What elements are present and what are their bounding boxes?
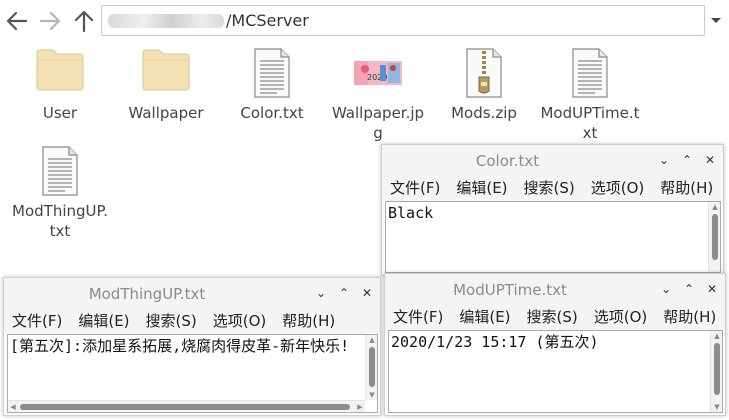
file-name: ModThingUP.txt [12,202,108,240]
horizontal-scrollbar[interactable]: ◀ ▶ [8,400,365,412]
file-item-wallpaper-jpg[interactable]: 2020 Wallpaper.jpg [328,47,428,147]
address-bar[interactable]: /MCServer [101,5,705,36]
menu-help[interactable]: 帮助(H) [663,304,716,330]
file-item-modthingup-txt[interactable]: ModThingUP.txt [10,145,110,245]
file-name: Wallpaper [128,104,204,122]
maximize-button[interactable]: ⌃ [680,152,694,168]
address-dropdown-button[interactable] [707,10,725,30]
up-arrow-icon [74,10,94,33]
editor-content: Black [388,204,434,222]
window-title: ModThingUP.txt [88,285,206,303]
back-button[interactable] [4,8,30,34]
minimize-button[interactable]: ⌄ [657,152,671,168]
chevron-down-icon [711,18,721,23]
file-item-mods-zip[interactable]: Mods.zip [434,47,534,127]
menu-edit[interactable]: 编辑(E) [456,175,507,201]
file-item-moduptime-txt[interactable]: ModUPTime.txt [540,47,640,147]
menu-search[interactable]: 搜索(S) [146,308,197,334]
scroll-down-icon[interactable]: ▼ [366,390,377,400]
menu-options[interactable]: 选项(O) [213,308,267,334]
menu-edit[interactable]: 编辑(E) [459,304,510,330]
editor-content: 2020/1/23 15:17 (第五次) [391,333,599,351]
text-editor[interactable]: [第五次]:添加星系拓展,烧腐肉得皮革-新年快乐! ▲ ▼ ◀ ▶ [7,334,378,413]
text-editor[interactable]: 2020/1/23 15:17 (第五次) ▲ ▼ [388,330,723,413]
window-titlebar[interactable]: ModUPTime.txt ⌄ ⌃ ✕ [385,274,725,304]
file-item-user[interactable]: User [10,47,110,127]
scrollbar-thumb[interactable] [714,343,720,395]
text-file-icon [222,47,322,103]
menu-help[interactable]: 帮助(H) [282,308,335,334]
menu-bar: 文件(F) 编辑(E) 搜索(S) 选项(O) 帮助(H) [385,304,725,330]
zip-file-icon [434,47,534,103]
minimize-button[interactable]: ⌄ [314,285,328,301]
scroll-up-icon[interactable]: ▲ [711,331,722,341]
notepad-window-color: Color.txt ⌄ ⌃ ✕ 文件(F) 编辑(E) 搜索(S) 选项(O) … [381,144,724,276]
text-editor[interactable]: Black ▲ [385,201,721,273]
scroll-down-icon[interactable]: ▼ [711,402,722,412]
maximize-button[interactable]: ⌃ [682,281,696,297]
window-title: ModUPTime.txt [453,281,567,299]
minimize-button[interactable]: ⌄ [659,281,673,297]
scrollbar-thumb[interactable] [369,347,375,387]
file-name: User [42,104,78,122]
file-item-wallpaper-folder[interactable]: Wallpaper [116,47,216,127]
forward-button[interactable] [37,8,63,34]
menu-bar: 文件(F) 编辑(E) 搜索(S) 选项(O) 帮助(H) [382,175,723,201]
vertical-scrollbar[interactable]: ▲ ▼ [365,335,377,400]
file-name: Wallpaper.jpg [331,104,425,142]
menu-file[interactable]: 文件(F) [393,304,443,330]
scrollbar-thumb[interactable] [712,214,718,260]
scroll-left-icon[interactable]: ◀ [8,401,18,412]
vertical-scrollbar[interactable]: ▲ [708,202,720,272]
notepad-window-modthingup: ModThingUP.txt ⌄ ⌃ ✕ 文件(F) 编辑(E) 搜索(S) 选… [3,277,381,416]
forward-arrow-icon [39,11,61,31]
scroll-up-icon[interactable]: ▲ [366,335,377,345]
menu-edit[interactable]: 编辑(E) [78,308,129,334]
file-name: Mods.zip [451,104,517,122]
menu-help[interactable]: 帮助(H) [660,175,713,201]
folder-icon [116,47,216,103]
up-button[interactable] [71,8,97,34]
file-name: ModUPTime.txt [540,104,640,142]
menu-file[interactable]: 文件(F) [12,308,62,334]
window-titlebar[interactable]: ModThingUP.txt ⌄ ⌃ ✕ [4,278,380,308]
scrollbar-thumb[interactable] [20,404,350,410]
menu-search[interactable]: 搜索(S) [527,304,578,330]
redacted-path-segment [108,14,224,28]
editor-content: [第五次]:添加星系拓展,烧腐肉得皮革-新年快乐! [10,337,350,355]
menu-search[interactable]: 搜索(S) [524,175,575,201]
back-arrow-icon [6,11,28,31]
menu-options[interactable]: 选项(O) [594,304,648,330]
close-button[interactable]: ✕ [703,152,717,168]
file-name: Color.txt [240,104,304,122]
menu-bar: 文件(F) 编辑(E) 搜索(S) 选项(O) 帮助(H) [4,308,380,334]
toolbar: /MCServer [0,0,729,42]
maximize-button[interactable]: ⌃ [337,285,351,301]
address-path: /MCServer [226,11,309,30]
file-item-color-txt[interactable]: Color.txt [222,47,322,127]
folder-icon [10,47,110,103]
text-file-icon [10,145,110,201]
vertical-scrollbar[interactable]: ▲ ▼ [710,331,722,412]
text-file-icon [540,47,640,103]
menu-file[interactable]: 文件(F) [390,175,440,201]
window-titlebar[interactable]: Color.txt ⌄ ⌃ ✕ [382,145,723,175]
window-title: Color.txt [475,152,540,170]
scroll-up-icon[interactable]: ▲ [709,202,720,212]
notepad-window-moduptime: ModUPTime.txt ⌄ ⌃ ✕ 文件(F) 编辑(E) 搜索(S) 选项… [384,273,726,416]
close-button[interactable]: ✕ [705,281,719,297]
menu-options[interactable]: 选项(O) [591,175,645,201]
image-file-icon: 2020 [328,47,428,103]
close-button[interactable]: ✕ [360,285,374,301]
scroll-right-icon[interactable]: ▶ [355,401,365,412]
